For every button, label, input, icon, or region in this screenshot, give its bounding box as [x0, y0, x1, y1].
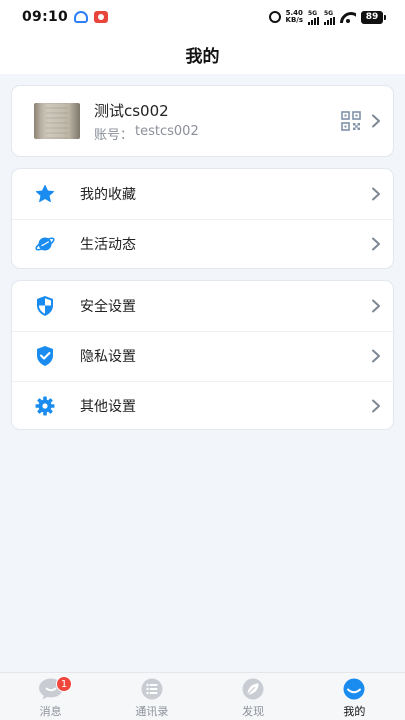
profile-info: 测试cs002 账号： testcs002: [94, 100, 341, 143]
page-header: 我的: [0, 34, 405, 74]
planet-icon: [34, 233, 56, 255]
signal-1: 5G: [308, 10, 319, 25]
network-speed-unit: KB/s: [285, 16, 303, 24]
shield-check-icon: [34, 345, 56, 367]
chevron-right-icon: [372, 399, 380, 413]
unread-badge: 1: [56, 676, 72, 692]
menu-item-label: 隐私设置: [80, 349, 136, 365]
contacts-icon: [139, 678, 165, 700]
menu-item-label: 我的收藏: [80, 187, 136, 203]
compass-icon: [240, 678, 266, 700]
profile-card[interactable]: 测试cs002 账号： testcs002: [11, 85, 394, 157]
signal-2-label: 5G: [324, 9, 334, 17]
battery-icon: 89: [361, 10, 386, 24]
chevron-right-icon: [372, 237, 380, 251]
tab-me[interactable]: 我的: [304, 673, 405, 720]
tab-label: 消息: [39, 705, 62, 718]
profile-icon: [341, 678, 367, 700]
account-value: testcs002: [135, 123, 199, 139]
menu-item-security[interactable]: 安全设置: [12, 281, 393, 331]
profile-name: 测试cs002: [94, 101, 169, 120]
menu-item-other-settings[interactable]: 其他设置: [12, 381, 393, 431]
status-time: 09:10: [22, 9, 69, 25]
account-label: 账号：: [94, 127, 134, 143]
qr-code-icon[interactable]: [341, 111, 361, 131]
avatar[interactable]: [34, 103, 80, 139]
app-notification-icon-2: [94, 11, 109, 23]
menu-item-label: 安全设置: [80, 299, 136, 315]
menu-group-2: 安全设置 隐私设置 其他设置: [11, 280, 394, 430]
chevron-right-icon: [372, 349, 380, 363]
bottom-navigation: 1 消息 通讯录 发现 我的: [0, 672, 405, 720]
gear-icon: [34, 395, 56, 417]
tab-label: 发现: [242, 705, 265, 718]
signal-bars-icon: [324, 16, 335, 25]
chevron-right-icon: [372, 187, 380, 201]
shield-icon: [34, 295, 56, 317]
tab-messages[interactable]: 1 消息: [0, 673, 101, 720]
wifi-icon: [340, 11, 356, 23]
app-notification-icon: [74, 11, 89, 23]
menu-item-label: 其他设置: [80, 399, 136, 415]
menu-item-moments[interactable]: 生活动态: [12, 219, 393, 269]
page-title: 我的: [185, 46, 220, 67]
chevron-right-icon: [372, 114, 380, 128]
tab-label: 我的: [343, 705, 366, 718]
menu-group-1: 我的收藏 生活动态: [11, 168, 394, 269]
signal-1-label: 5G: [308, 9, 318, 17]
status-bar-right: 5.40 KB/s 5G 5G 89: [268, 10, 386, 25]
status-bar-left: 09:10: [22, 9, 109, 25]
signal-bars-icon: [308, 16, 319, 25]
tab-contacts[interactable]: 通讯录: [101, 673, 202, 720]
alarm-icon: [268, 11, 281, 23]
menu-item-label: 生活动态: [80, 237, 136, 253]
network-speed: 5.40 KB/s: [286, 10, 303, 24]
profile-account: 账号： testcs002: [94, 124, 341, 143]
status-bar: 09:10 5.40 KB/s 5G 5G 89: [0, 0, 405, 34]
star-icon: [34, 183, 56, 205]
tab-label: 通讯录: [135, 705, 169, 718]
chevron-right-icon: [372, 299, 380, 313]
signal-2: 5G: [324, 10, 335, 25]
menu-item-favorites[interactable]: 我的收藏: [12, 169, 393, 219]
tab-discover[interactable]: 发现: [203, 673, 304, 720]
menu-item-privacy[interactable]: 隐私设置: [12, 331, 393, 381]
